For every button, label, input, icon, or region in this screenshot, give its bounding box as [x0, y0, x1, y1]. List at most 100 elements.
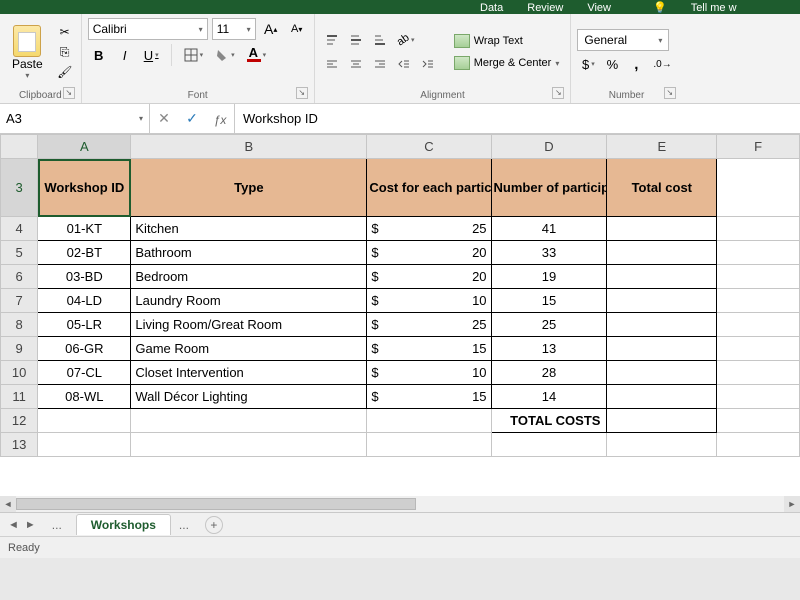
cell-B6[interactable]: Bedroom	[131, 265, 367, 289]
cell-C6[interactable]: $20	[367, 265, 491, 289]
cell-A11[interactable]: 08-WL	[38, 385, 131, 409]
cell-A9[interactable]: 06-GR	[38, 337, 131, 361]
formula-input[interactable]: Workshop ID	[235, 104, 800, 133]
percent-format-button[interactable]: %	[601, 53, 623, 75]
accounting-format-button[interactable]: $	[577, 53, 599, 75]
comma-format-button[interactable]: ,	[625, 53, 647, 75]
cell[interactable]	[607, 433, 717, 457]
scroll-track[interactable]	[16, 496, 784, 512]
copy-button[interactable]: ⎘	[55, 43, 75, 61]
cell-B9[interactable]: Game Room	[131, 337, 367, 361]
font-dialog-launcher[interactable]: ↘	[296, 87, 308, 99]
italic-button[interactable]: I	[114, 44, 136, 66]
wrap-text-button[interactable]: Wrap Text	[449, 31, 565, 51]
borders-button[interactable]	[180, 44, 208, 66]
orientation-button[interactable]: ab	[393, 29, 419, 51]
cell-F11[interactable]	[717, 385, 800, 409]
paste-button[interactable]: Paste ▾	[6, 23, 49, 82]
increase-decimal-button[interactable]: .0→	[649, 53, 675, 75]
tab-data[interactable]: Data	[480, 2, 503, 14]
cell-D9[interactable]: 13	[491, 337, 607, 361]
cell-C11[interactable]: $15	[367, 385, 491, 409]
enter-button[interactable]: ✓	[178, 110, 206, 127]
tab-first-icon[interactable]: ◄	[8, 519, 19, 531]
cell-E4[interactable]	[607, 217, 717, 241]
row-header-4[interactable]: 4	[1, 217, 38, 241]
cell-D6[interactable]: 19	[491, 265, 607, 289]
align-top-button[interactable]	[321, 29, 343, 51]
align-right-button[interactable]	[369, 53, 391, 75]
bold-button[interactable]: B	[88, 44, 110, 66]
cell-D10[interactable]: 28	[491, 361, 607, 385]
cell-D12[interactable]: TOTAL COSTS	[491, 409, 607, 433]
cell[interactable]	[38, 433, 131, 457]
cell-C12[interactable]	[367, 409, 491, 433]
cell-E12[interactable]	[607, 409, 717, 433]
cell-C10[interactable]: $10	[367, 361, 491, 385]
cell-F7[interactable]	[717, 289, 800, 313]
align-left-button[interactable]	[321, 53, 343, 75]
cell-E11[interactable]	[607, 385, 717, 409]
tab-last-icon[interactable]: ►	[25, 519, 36, 531]
row-header-3[interactable]: 3	[1, 159, 38, 217]
cell-A5[interactable]: 02-BT	[38, 241, 131, 265]
cell-B11[interactable]: Wall Décor Lighting	[131, 385, 367, 409]
col-header-C[interactable]: C	[367, 135, 491, 159]
cell-F10[interactable]	[717, 361, 800, 385]
cell-B10[interactable]: Closet Intervention	[131, 361, 367, 385]
col-header-F[interactable]: F	[717, 135, 800, 159]
cell-E9[interactable]	[607, 337, 717, 361]
cell-B5[interactable]: Bathroom	[131, 241, 367, 265]
cell-B8[interactable]: Living Room/Great Room	[131, 313, 367, 337]
cell-E7[interactable]	[607, 289, 717, 313]
grid[interactable]: A B C D E F 3 Workshop ID Type Cost for …	[0, 134, 800, 457]
number-format-combo[interactable]: General ▾	[577, 29, 669, 51]
cell-D5[interactable]: 33	[491, 241, 607, 265]
name-box[interactable]: A3 ▾	[0, 104, 150, 133]
row-header-10[interactable]: 10	[1, 361, 38, 385]
cell-A4[interactable]: 01-KT	[38, 217, 131, 241]
row-header-13[interactable]: 13	[1, 433, 38, 457]
scroll-right-icon[interactable]: ►	[784, 496, 800, 512]
tell-me[interactable]: Tell me w	[691, 2, 737, 14]
cell-D11[interactable]: 14	[491, 385, 607, 409]
cell-F6[interactable]	[717, 265, 800, 289]
cut-button[interactable]: ✂	[55, 23, 75, 41]
merge-center-button[interactable]: Merge & Center ▾	[449, 53, 565, 73]
row-header-8[interactable]: 8	[1, 313, 38, 337]
row-header-9[interactable]: 9	[1, 337, 38, 361]
decrease-indent-button[interactable]	[393, 53, 415, 75]
cell[interactable]	[717, 433, 800, 457]
new-sheet-button[interactable]: +	[205, 516, 223, 534]
select-all-corner[interactable]	[1, 135, 38, 159]
tab-review[interactable]: Review	[527, 2, 563, 14]
underline-button[interactable]: U	[140, 44, 163, 66]
scroll-left-icon[interactable]: ◄	[0, 496, 16, 512]
cell-A7[interactable]: 04-LD	[38, 289, 131, 313]
cell-A8[interactable]: 05-LR	[38, 313, 131, 337]
row-header-11[interactable]: 11	[1, 385, 38, 409]
col-header-B[interactable]: B	[131, 135, 367, 159]
sheet-tab-workshops[interactable]: Workshops	[76, 514, 171, 535]
fill-color-button[interactable]	[211, 44, 239, 66]
tab-ellipsis-right[interactable]: ...	[171, 516, 197, 534]
font-name-combo[interactable]: Calibri ▾	[88, 18, 208, 40]
cell-A12[interactable]	[38, 409, 131, 433]
cell-F5[interactable]	[717, 241, 800, 265]
cell-B3[interactable]: Type	[131, 159, 367, 217]
cell-D4[interactable]: 41	[491, 217, 607, 241]
cell-E5[interactable]	[607, 241, 717, 265]
horizontal-scrollbar[interactable]: ◄ ►	[0, 496, 800, 512]
cancel-button[interactable]: ✕	[150, 110, 178, 127]
cell-F9[interactable]	[717, 337, 800, 361]
cell-C4[interactable]: $25	[367, 217, 491, 241]
align-center-button[interactable]	[345, 53, 367, 75]
scroll-thumb[interactable]	[16, 498, 416, 510]
row-header-12[interactable]: 12	[1, 409, 38, 433]
cell-F3[interactable]	[717, 159, 800, 217]
insert-function-button[interactable]: ƒx	[206, 111, 234, 127]
col-header-D[interactable]: D	[491, 135, 607, 159]
cell-E3[interactable]: Total cost	[607, 159, 717, 217]
cell-A6[interactable]: 03-BD	[38, 265, 131, 289]
cell-B4[interactable]: Kitchen	[131, 217, 367, 241]
